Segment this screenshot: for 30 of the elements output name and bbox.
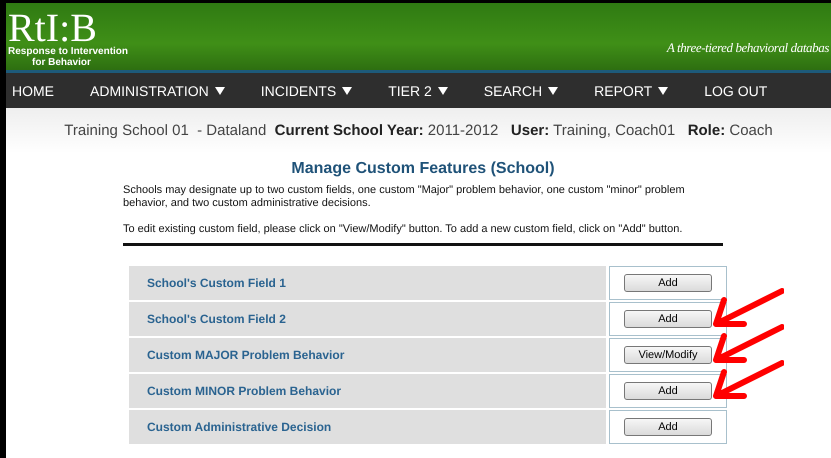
nav-item[interactable]: LOG OUT: [704, 82, 768, 98]
nav-item[interactable]: TIER 2: [388, 82, 448, 98]
nav-item[interactable]: ADMINISTRATION: [90, 82, 225, 98]
tagline: A three-tiered behavioral databas: [666, 40, 829, 56]
add-button[interactable]: Add: [624, 418, 712, 436]
nav-item[interactable]: HOME: [12, 82, 54, 98]
feature-label: Custom MAJOR Problem Behavior: [129, 338, 606, 372]
caret-icon: [342, 86, 352, 94]
caret-icon: [658, 86, 668, 94]
description: Schools may designate up to two custom fields, one custom "Major" problem behavior, one custom "minor" problem behavior, and two custom administrative decisions.: [123, 184, 686, 210]
caret-icon: [438, 86, 448, 94]
logo: RtI:B: [8, 10, 97, 46]
page-title: Manage Custom Features (School): [290, 160, 556, 178]
caret-icon: [548, 86, 558, 94]
nav-item[interactable]: REPORT: [594, 82, 668, 98]
feature-label: Custom Administrative Decision: [129, 410, 606, 444]
school-info: Training School 01 - Dataland Current School Year: 2011-2012 User: Training, Coach01 Role: Coach: [64, 122, 773, 139]
add-button[interactable]: Add: [624, 310, 712, 328]
nav-item[interactable]: SEARCH: [484, 82, 558, 98]
view-modify-button[interactable]: View/Modify: [624, 346, 712, 364]
logo-subtitle: Response to Intervention: [8, 46, 128, 57]
feature-label: School's Custom Field 2: [129, 302, 606, 336]
nav-item[interactable]: INCIDENTS: [260, 82, 352, 98]
instruction: To edit existing custom field, please click on "View/Modify" button. To add a new custom field, click on "Add" button.: [123, 223, 684, 236]
add-button[interactable]: Add: [624, 382, 712, 400]
caret-icon: [214, 86, 225, 94]
feature-label: School's Custom Field 1: [129, 266, 606, 300]
feature-label: Custom MINOR Problem Behavior: [129, 374, 606, 408]
add-button[interactable]: Add: [624, 274, 712, 292]
logo-subtitle: for Behavior: [31, 57, 91, 68]
